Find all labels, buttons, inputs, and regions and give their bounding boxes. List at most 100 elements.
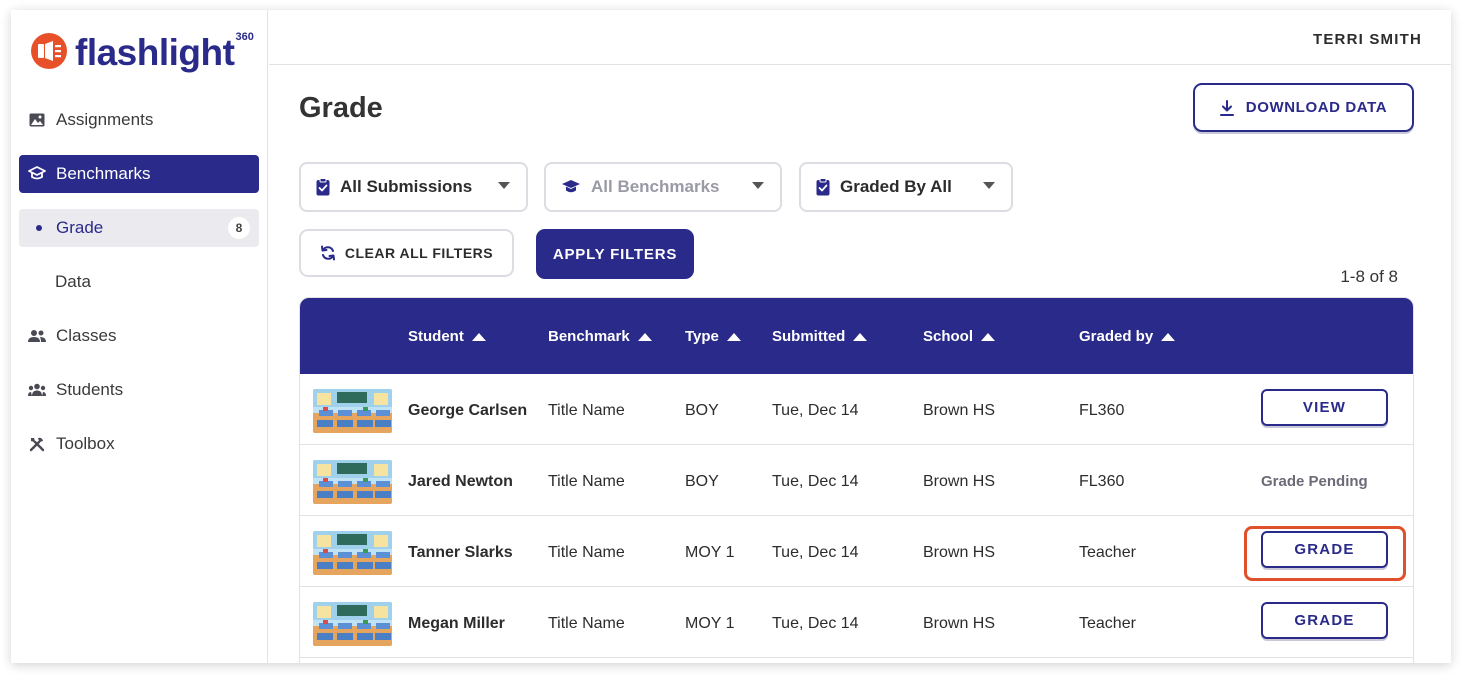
classroom-thumbnail <box>313 602 392 646</box>
table-row-partial <box>300 658 1413 663</box>
column-header-school[interactable]: School <box>923 328 996 345</box>
sort-up-icon <box>1161 332 1176 341</box>
column-header-graded-by[interactable]: Graded by <box>1079 328 1176 345</box>
refresh-icon <box>320 245 336 261</box>
classroom-thumbnail <box>313 389 392 433</box>
submitted-date: Tue, Dec 14 <box>772 544 859 561</box>
view-button[interactable]: VIEW <box>1261 389 1388 426</box>
sidebar-item-toolbox[interactable]: Toolbox <box>19 425 259 463</box>
dropdown-label: All Submissions <box>340 177 473 196</box>
student-name: Tanner Slarks <box>408 544 513 561</box>
student-name: Jared Newton <box>408 473 513 490</box>
student-name: Megan Miller <box>408 615 505 632</box>
main-content: Grade DOWNLOAD DATA All Submissions All … <box>269 66 1451 663</box>
benchmark-type: MOY 1 <box>685 615 735 632</box>
download-icon <box>1219 99 1234 116</box>
table-header: Student Benchmark Type Submitted School … <box>300 298 1413 374</box>
student-name: George Carlsen <box>408 402 528 419</box>
graded-by-filter-dropdown[interactable]: Graded By All <box>799 162 1013 212</box>
clipboard-check-icon <box>316 178 330 196</box>
tools-icon <box>28 435 46 453</box>
sidebar-item-classes[interactable]: Classes <box>19 317 259 355</box>
benchmark-name: Title Name <box>548 402 625 419</box>
download-data-label: DOWNLOAD DATA <box>1245 99 1388 116</box>
clear-all-filters-label: CLEAR ALL FILTERS <box>344 245 494 261</box>
school-name: Brown HS <box>923 473 996 490</box>
grade-button[interactable]: GRADE <box>1261 602 1388 639</box>
submitted-date: Tue, Dec 14 <box>772 402 859 419</box>
logo[interactable]: flashlight 360 <box>31 28 254 78</box>
sidebar: flashlight 360 Assignments Benchmarks Gr… <box>11 10 268 663</box>
sidebar-item-label: Classes <box>56 326 117 345</box>
chevron-down-icon <box>983 182 995 189</box>
sidebar-item-data[interactable]: Data <box>19 263 259 301</box>
grade-button[interactable]: GRADE <box>1261 531 1388 568</box>
clear-all-filters-button[interactable]: CLEAR ALL FILTERS <box>299 229 514 277</box>
graduation-cap-icon <box>28 165 46 183</box>
app-window: flashlight 360 Assignments Benchmarks Gr… <box>11 10 1451 663</box>
sort-up-icon <box>981 332 996 341</box>
benchmark-type: MOY 1 <box>685 544 735 561</box>
table-row: Jared Newton Title Name BOY Tue, Dec 14 … <box>300 445 1413 516</box>
apply-filters-button[interactable]: APPLY FILTERS <box>536 229 694 279</box>
table-row: Tanner Slarks Title Name MOY 1 Tue, Dec … <box>300 516 1413 587</box>
benchmark-name: Title Name <box>548 615 625 632</box>
benchmark-name: Title Name <box>548 473 625 490</box>
sort-up-icon <box>853 332 868 341</box>
sort-up-icon <box>637 332 652 341</box>
submissions-filter-dropdown[interactable]: All Submissions <box>299 162 528 212</box>
logo-superscript: 360 <box>235 31 254 43</box>
graded-by: Teacher <box>1079 544 1136 561</box>
sidebar-item-label: Students <box>56 380 124 399</box>
page-title: Grade <box>299 92 383 124</box>
graded-by: FL360 <box>1079 473 1125 490</box>
benchmarks-filter-dropdown[interactable]: All Benchmarks <box>544 162 782 212</box>
logo-text: flashlight <box>75 32 235 73</box>
sidebar-item-label: Grade <box>56 218 104 237</box>
chevron-down-icon <box>752 182 764 189</box>
dropdown-label: Graded By All <box>840 177 952 196</box>
graded-by: FL360 <box>1079 402 1125 419</box>
image-icon <box>28 111 46 129</box>
classroom-thumbnail <box>313 460 392 504</box>
download-data-button[interactable]: DOWNLOAD DATA <box>1193 83 1414 132</box>
sort-up-icon <box>471 332 486 341</box>
sidebar-item-students[interactable]: Students <box>19 371 259 409</box>
pagination-count: 1-8 of 8 <box>1340 267 1398 286</box>
clipboard-check-icon <box>816 178 830 196</box>
grade-count-badge: 8 <box>228 217 250 239</box>
dropdown-label: All Benchmarks <box>591 177 720 196</box>
school-name: Brown HS <box>923 402 996 419</box>
grade-pending-status: Grade Pending <box>1261 473 1368 490</box>
column-header-student[interactable]: Student <box>408 328 486 345</box>
column-header-benchmark[interactable]: Benchmark <box>548 328 652 345</box>
table-row: George Carlsen Title Name BOY Tue, Dec 1… <box>300 374 1413 445</box>
classroom-thumbnail <box>313 531 392 575</box>
sidebar-item-assignments[interactable]: Assignments <box>19 101 259 139</box>
submitted-date: Tue, Dec 14 <box>772 473 859 490</box>
sidebar-item-grade[interactable]: Grade 8 <box>19 209 259 247</box>
sidebar-item-label: Assignments <box>56 110 154 129</box>
sidebar-item-benchmarks[interactable]: Benchmarks <box>19 155 259 193</box>
sidebar-item-label: Data <box>55 272 91 291</box>
sidebar-item-label: Benchmarks <box>56 164 151 183</box>
user-name[interactable]: TERRI SMITH <box>1313 31 1422 48</box>
grade-table: Student Benchmark Type Submitted School … <box>299 297 1414 663</box>
sidebar-item-label: Toolbox <box>56 434 115 453</box>
benchmark-type: BOY <box>685 402 719 419</box>
school-name: Brown HS <box>923 544 996 561</box>
group-icon <box>28 381 46 399</box>
school-name: Brown HS <box>923 615 996 632</box>
table-row: Megan Miller Title Name MOY 1 Tue, Dec 1… <box>300 587 1413 658</box>
chevron-down-icon <box>498 182 510 189</box>
sort-up-icon <box>726 332 741 341</box>
flashlight-logo-icon <box>31 32 67 74</box>
graded-by: Teacher <box>1079 615 1136 632</box>
benchmark-type: BOY <box>685 473 719 490</box>
column-header-submitted[interactable]: Submitted <box>772 328 868 345</box>
sidebar-nav: Assignments Benchmarks Grade 8 Data Clas… <box>19 101 259 479</box>
people-icon <box>28 327 46 345</box>
column-header-type[interactable]: Type <box>685 328 741 345</box>
submitted-date: Tue, Dec 14 <box>772 615 859 632</box>
graduation-cap-icon <box>561 179 581 195</box>
